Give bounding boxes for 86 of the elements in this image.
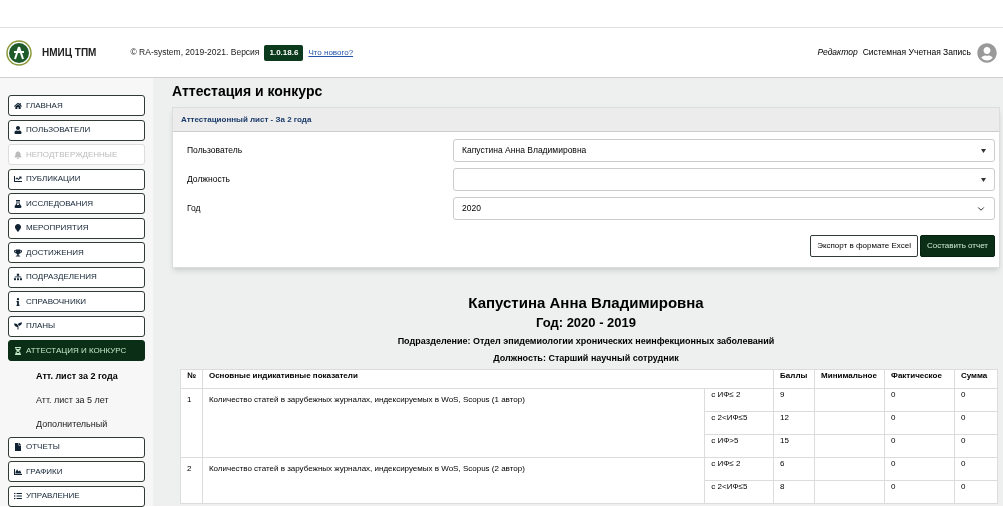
trophy-icon [14,248,22,257]
combo-field[interactable]: Капустина Анна Владимировна [453,139,995,162]
submenu-item[interactable]: Атт. лист за 2 года [8,364,145,389]
table-cell: 6 [773,457,815,481]
table-cell: 12 [773,411,815,435]
table-cell: 0 [954,457,998,481]
caret-icon [981,148,986,153]
build-report-button[interactable]: Составить отчет [920,235,995,257]
menu-item[interactable]: ГЛАВНАЯ [8,95,145,116]
menu-item[interactable]: ГРАФИКИ [8,461,145,482]
hierarchy-icon [14,273,22,281]
table-cell: 0 [884,434,955,458]
sprout-icon [14,322,22,330]
field-value: 2020 [462,202,481,215]
export-button[interactable]: Экспорт в формате Excel [810,235,918,257]
column-header: Сумма [954,369,998,389]
report-position: Должность: Старший научный сотрудник [493,352,679,365]
report-name: Капустина Анна Владимировна [468,293,704,313]
menu-item[interactable]: ОТЧЕТЫ [8,436,145,458]
table-cell: 8 [773,480,815,504]
column-header: Минимальное [814,369,885,389]
list-icon [14,492,22,500]
table-cell: с ИФ>5 [704,434,774,458]
account-name: Системная Учетная Запись [862,46,971,59]
version-badge: 1.0.18.6 [264,44,304,61]
field-label: Пользователь [186,144,244,157]
combo-field[interactable] [453,168,995,191]
line-chart-icon [14,175,22,183]
menu-item[interactable]: ПОЛЬЗОВАТЕЛИ [8,119,145,141]
menu-item[interactable]: УПРАВЛЕНИЕ [8,485,145,507]
menu-item[interactable]: ИССЛЕДОВАНИЯ [8,193,145,214]
table-cell: с ИФ≤ 2 [704,457,774,481]
table-cell: 0 [884,388,955,412]
table-cell: 1 [180,388,203,458]
report-department: Подразделение: Отдел эпидемиологии хронических неинфекционных заболеваний [397,335,775,348]
user-icon [14,126,22,134]
table-cell: 9 [773,388,815,412]
submenu-item[interactable]: Дополнительный [8,412,145,437]
year-select[interactable]: 2020 [453,197,995,220]
pin-icon [14,224,22,232]
column-header: Баллы [773,369,815,389]
table-cell: с 2<ИФ≤5 [704,480,774,504]
submenu-item[interactable]: Атт. лист за 5 лет [8,388,145,413]
logo-icon [6,39,32,66]
table-cell: 2 [180,457,203,504]
info-icon [14,297,22,306]
column-header: Фактическое [884,369,955,389]
area-chart-icon [14,467,22,476]
column-header: № [180,369,203,389]
hourglass-icon [14,346,22,355]
table-cell: 0 [954,480,998,504]
table-cell: 0 [884,457,955,481]
field-label: Год [186,202,202,215]
menu-item[interactable]: ПУБЛИКАЦИИ [8,168,145,190]
table-cell: 0 [954,434,998,458]
table-cell: 0 [954,388,998,412]
menu-item[interactable]: ПЛАНЫ [8,315,145,337]
page-title: Аттестация и конкурс [172,82,324,101]
menu-item[interactable]: МЕРОПРИЯТИЯ [8,217,145,239]
copyright-text: © RA-system, 2019-2021. Версия [130,46,260,59]
menu-item[interactable]: СПРАВОЧНИКИ [8,291,145,312]
file-icon [14,443,22,451]
field-value: Капустина Анна Владимировна [462,144,587,157]
bell-icon [14,150,22,159]
table-cell: с 2<ИФ≤5 [704,411,774,435]
flask-icon [14,199,22,208]
table-cell: с ИФ≤ 2 [704,388,774,412]
report-year: Год: 2020 - 2019 [535,314,637,332]
table-cell: Количество статей в зарубежных журналах, индексируемых в WoS, Scopus (2 автор) [202,457,705,504]
table-cell: 15 [773,434,815,458]
menu-item[interactable]: АТТЕСТАЦИЯ И КОНКУРС [8,340,145,361]
card-title: Аттестационный лист - За 2 года [181,113,312,126]
caret-icon [981,177,986,182]
table-cell: 0 [884,480,955,504]
org-name: НМИЦ ТПМ [42,46,97,60]
menu-item[interactable]: ПОДРАЗДЕЛЕНИЯ [8,266,145,288]
home-icon [14,101,22,110]
user-role: Редактор [817,46,858,59]
whats-new-link[interactable]: Что нового? [308,46,354,59]
column-header: Основные индикативные показатели [202,369,774,389]
table-cell: 0 [884,411,955,435]
table-cell: Количество статей в зарубежных журналах, индексируемых в WoS, Scopus (1 автор) [202,388,705,458]
avatar-icon[interactable] [977,42,997,63]
menu-item[interactable]: ДОСТИЖЕНИЯ [8,242,145,263]
field-label: Должность [186,173,232,186]
table-cell: 0 [954,411,998,435]
